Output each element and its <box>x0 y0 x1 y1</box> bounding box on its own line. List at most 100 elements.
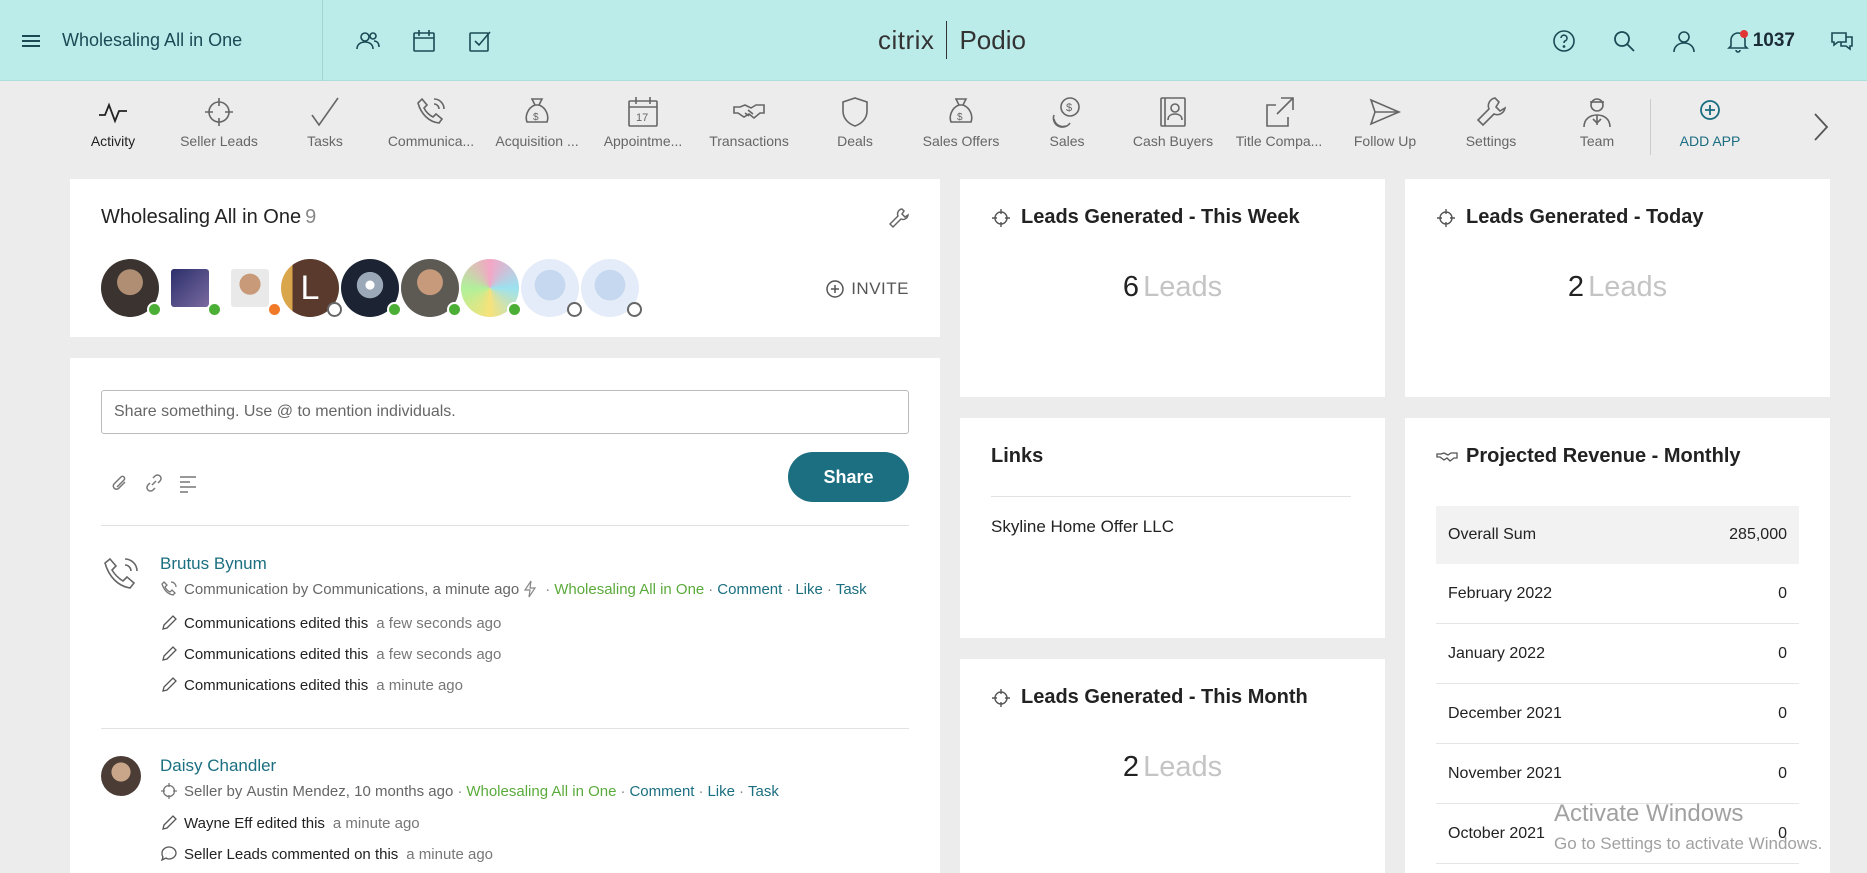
paperclip-icon[interactable] <box>110 473 130 493</box>
table-row: November 2021 0 <box>1436 744 1799 804</box>
chat-icon[interactable] <box>1829 28 1855 54</box>
avatar[interactable]: L <box>281 259 342 317</box>
nav-divider <box>1650 99 1651 155</box>
item-by: by <box>292 580 309 598</box>
hamburger-menu-icon[interactable] <box>20 30 42 52</box>
avatar[interactable] <box>221 259 282 317</box>
comment-link[interactable]: Comment <box>717 581 782 598</box>
user-profile-icon[interactable] <box>1671 28 1697 54</box>
svg-text:17: 17 <box>636 112 648 124</box>
task-link[interactable]: Task <box>748 783 779 800</box>
coins-icon: $ <box>1052 97 1080 128</box>
app-deals[interactable]: Deals <box>802 95 908 149</box>
separator-dot: · <box>786 580 792 598</box>
row-value: 0 <box>1778 764 1787 782</box>
widget-title[interactable]: Projected Revenue - Monthly <box>1466 445 1741 468</box>
widget-title[interactable]: Links <box>991 445 1043 468</box>
invite-button[interactable]: INVITE <box>825 279 909 299</box>
task-link[interactable]: Task <box>836 581 867 598</box>
notification-count: 1037 <box>1752 30 1795 51</box>
workspace-card: Wholesaling All in One 9 L INVITE <box>70 179 940 337</box>
app-label: Transactions <box>709 133 789 149</box>
avatar-image <box>171 269 209 307</box>
wrench-icon[interactable] <box>888 207 910 229</box>
activity-text: Communications edited this <box>184 614 369 632</box>
link-icon[interactable] <box>144 473 164 493</box>
avatar[interactable] <box>341 259 402 317</box>
app-activity[interactable]: Activity <box>60 95 166 149</box>
add-app-button[interactable]: ADD APP <box>1657 95 1763 149</box>
like-link[interactable]: Like <box>795 581 823 598</box>
notification-dot <box>1739 30 1748 38</box>
calendar-icon[interactable] <box>411 28 437 54</box>
notifications[interactable]: 1037 <box>1726 29 1795 53</box>
workspace-name[interactable]: Wholesaling All in One <box>101 206 301 228</box>
activity-feed: Share Brutus Bynum Communication by Comm… <box>70 358 940 873</box>
watermark-title: Activate Windows <box>1554 800 1744 827</box>
app-team[interactable]: Team <box>1544 95 1650 149</box>
status-online <box>147 302 162 317</box>
app-transactions[interactable]: Transactions <box>696 95 802 149</box>
activity-time: a minute ago <box>332 814 420 832</box>
leads-count: 2 <box>1122 751 1140 783</box>
item-title[interactable]: Daisy Chandler <box>160 756 276 776</box>
money-bag-icon: $ <box>525 98 549 123</box>
help-icon[interactable] <box>1551 28 1577 54</box>
app-follow-up[interactable]: Follow Up <box>1332 95 1438 149</box>
plus-circle-icon <box>1700 100 1720 120</box>
app-communications[interactable]: Communica... <box>378 95 484 149</box>
avatar[interactable] <box>401 259 462 317</box>
widget-title[interactable]: Leads Generated - Today <box>1466 206 1703 229</box>
crosshair-icon <box>161 783 177 799</box>
member-count: 9 <box>305 206 317 228</box>
link-item[interactable]: Skyline Home Offer LLC <box>991 517 1174 537</box>
avatar[interactable] <box>461 259 522 317</box>
item-workspace-link[interactable]: Wholesaling All in One <box>466 783 616 800</box>
avatar[interactable] <box>521 259 582 317</box>
activity-entry: Wayne Eff edited this a minute ago <box>160 814 420 832</box>
money-bag-icon: $ <box>949 98 973 123</box>
handshake-icon <box>733 104 765 120</box>
app-label: Title Compa... <box>1235 133 1323 149</box>
tasks-check-icon[interactable] <box>467 28 493 54</box>
separator-dot: · <box>620 782 626 800</box>
app-tasks[interactable]: Tasks <box>272 95 378 149</box>
app-sales-offers[interactable]: $ Sales Offers <box>908 95 1014 149</box>
text-format-icon[interactable] <box>178 473 198 493</box>
app-label: ADD APP <box>1679 133 1741 149</box>
avatar[interactable] <box>161 259 222 317</box>
activity-entry: Seller Leads commented on this a minute … <box>160 845 493 863</box>
chevron-right-icon[interactable] <box>1808 111 1832 143</box>
share-button[interactable]: Share <box>788 452 909 502</box>
widget-header: Projected Revenue - Monthly <box>1436 445 1741 468</box>
item-meta: Seller by Austin Mendez, 10 months ago ·… <box>160 782 779 800</box>
row-value: 285,000 <box>1729 526 1787 543</box>
app-acquisition[interactable]: $ Acquisition ... <box>484 95 590 149</box>
separator-dot: · <box>545 580 551 598</box>
members-icon[interactable] <box>355 28 381 54</box>
avatar[interactable] <box>581 259 642 317</box>
app-seller-leads[interactable]: Seller Leads <box>166 95 272 149</box>
widget-title[interactable]: Leads Generated - This Month <box>1021 686 1308 709</box>
divider <box>101 728 909 729</box>
person-icon <box>1583 98 1611 128</box>
app-sales[interactable]: $ Sales <box>1014 95 1120 149</box>
search-icon[interactable] <box>1611 28 1637 54</box>
widget-title[interactable]: Leads Generated - This Week <box>1021 206 1300 229</box>
check-icon <box>311 97 339 127</box>
item-title[interactable]: Brutus Bynum <box>160 554 267 574</box>
item-workspace-link[interactable]: Wholesaling All in One <box>554 581 704 598</box>
app-title-companies[interactable]: Title Compa... <box>1226 95 1332 149</box>
comment-link[interactable]: Comment <box>629 783 694 800</box>
app-settings[interactable]: Settings <box>1438 95 1544 149</box>
app-appointments[interactable]: 17 Appointme... <box>590 95 696 149</box>
like-link[interactable]: Like <box>707 783 735 800</box>
widget-header: Leads Generated - This Week <box>991 206 1300 229</box>
share-input[interactable] <box>101 390 909 434</box>
invite-label: INVITE <box>851 279 909 298</box>
avatar[interactable] <box>101 756 141 796</box>
avatar-image <box>231 269 269 307</box>
workspace-title[interactable]: Wholesaling All in One <box>62 30 242 51</box>
app-cash-buyers[interactable]: Cash Buyers <box>1120 95 1226 149</box>
avatar[interactable] <box>101 259 162 317</box>
